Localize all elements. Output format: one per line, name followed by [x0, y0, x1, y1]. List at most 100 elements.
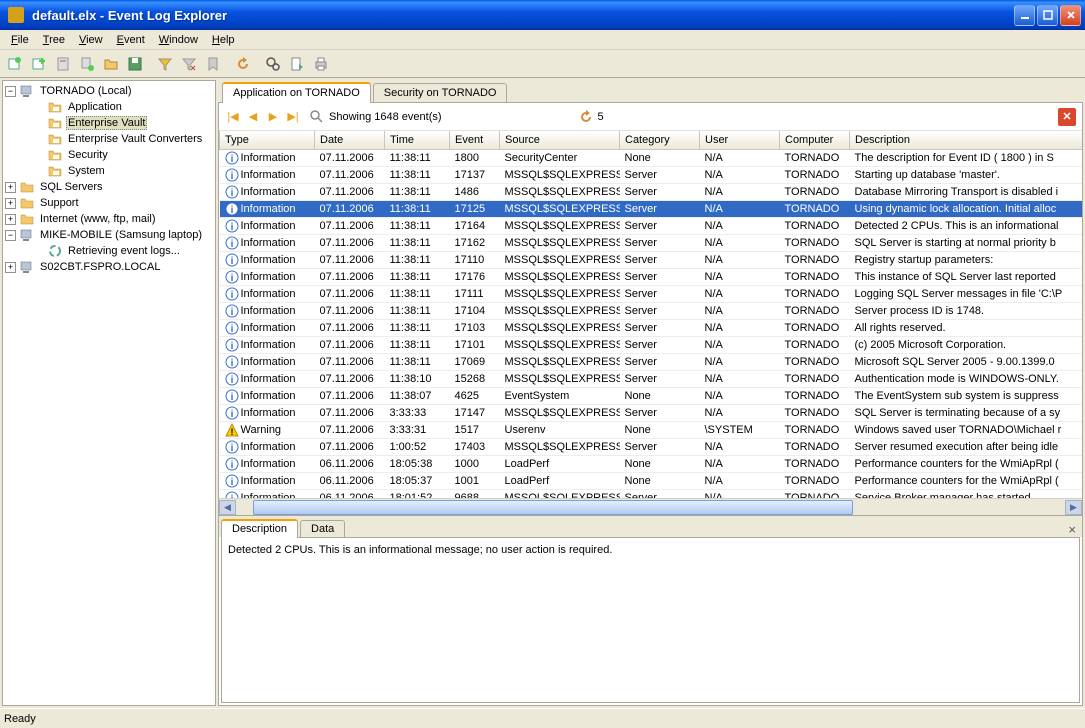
- svg-text:i: i: [230, 375, 233, 386]
- event-row[interactable]: iInformation07.11.200611:38:1117069MSSQL…: [220, 354, 1083, 371]
- open-icon[interactable]: [100, 53, 122, 75]
- event-row[interactable]: iInformation07.11.20061:00:5217403MSSQL$…: [220, 439, 1083, 456]
- new-workspace-icon[interactable]: [4, 53, 26, 75]
- save-icon[interactable]: [124, 53, 146, 75]
- tree-node-application[interactable]: Application: [5, 99, 213, 115]
- column-header-description[interactable]: Description: [850, 131, 1083, 150]
- filter-icon[interactable]: [154, 53, 176, 75]
- print-icon[interactable]: [310, 53, 332, 75]
- svg-text:i: i: [230, 239, 233, 250]
- expand-icon[interactable]: +: [5, 214, 16, 225]
- minimize-button[interactable]: [1014, 5, 1035, 26]
- event-row[interactable]: iInformation07.11.200611:38:1117162MSSQL…: [220, 235, 1083, 252]
- menu-event[interactable]: Event: [110, 32, 152, 48]
- clear-filter-icon[interactable]: [178, 53, 200, 75]
- maximize-button[interactable]: [1037, 5, 1058, 26]
- refresh-icon[interactable]: [232, 53, 254, 75]
- add-log-icon[interactable]: [28, 53, 50, 75]
- nav-last-icon[interactable]: ▶|: [285, 109, 301, 125]
- expand-icon[interactable]: +: [5, 182, 16, 193]
- nav-prev-icon[interactable]: ◀: [245, 109, 261, 125]
- event-row[interactable]: iInformation07.11.200611:38:1117164MSSQL…: [220, 218, 1083, 235]
- tree-node-system[interactable]: System: [5, 163, 213, 179]
- server-icon[interactable]: [52, 53, 74, 75]
- column-header-event[interactable]: Event: [450, 131, 500, 150]
- event-row[interactable]: iInformation07.11.200611:38:1117111MSSQL…: [220, 286, 1083, 303]
- bookmark-icon[interactable]: [202, 53, 224, 75]
- export-icon[interactable]: [286, 53, 308, 75]
- horizontal-scrollbar[interactable]: ◀ ▶: [219, 498, 1082, 515]
- column-header-computer[interactable]: Computer: [780, 131, 850, 150]
- event-row[interactable]: iInformation07.11.20063:33:3317147MSSQL$…: [220, 405, 1083, 422]
- event-row[interactable]: !Warning07.11.20063:33:311517UserenvNone…: [220, 422, 1083, 439]
- title-bar: default.elx - Event Log Explorer: [0, 0, 1085, 30]
- event-row[interactable]: iInformation07.11.200611:38:1117137MSSQL…: [220, 167, 1083, 184]
- tree-pane[interactable]: − TORNADO (Local) ApplicationEnterprise …: [2, 80, 216, 706]
- scroll-left-icon[interactable]: ◀: [219, 500, 236, 515]
- loading-icon: [47, 243, 63, 259]
- event-row[interactable]: iInformation07.11.200611:38:1117110MSSQL…: [220, 252, 1083, 269]
- event-row[interactable]: iInformation07.11.200611:38:111486MSSQL$…: [220, 184, 1083, 201]
- collapse-icon[interactable]: −: [5, 230, 16, 241]
- event-row[interactable]: iInformation07.11.200611:38:1117101MSSQL…: [220, 337, 1083, 354]
- find-icon[interactable]: [262, 53, 284, 75]
- menu-bar: File Tree View Event Window Help: [0, 30, 1085, 50]
- event-row[interactable]: iInformation06.11.200618:05:371001LoadPe…: [220, 473, 1083, 490]
- event-row[interactable]: iInformation07.11.200611:38:1117103MSSQL…: [220, 320, 1083, 337]
- close-tab-button[interactable]: ✕: [1058, 108, 1076, 126]
- event-row[interactable]: iInformation07.11.200611:38:074625EventS…: [220, 388, 1083, 405]
- svg-text:i: i: [230, 477, 233, 488]
- detail-tab-data[interactable]: Data: [300, 520, 345, 537]
- expand-icon[interactable]: +: [5, 198, 16, 209]
- expand-icon[interactable]: +: [5, 262, 16, 273]
- column-header-time[interactable]: Time: [385, 131, 450, 150]
- column-header-user[interactable]: User: [700, 131, 780, 150]
- info-icon: i: [225, 185, 239, 199]
- svg-text:i: i: [230, 290, 233, 301]
- event-row[interactable]: iInformation07.11.200611:38:1117125MSSQL…: [220, 201, 1083, 218]
- tree-node-mike[interactable]: − MIKE-MOBILE (Samsung laptop): [5, 227, 213, 243]
- collapse-icon[interactable]: −: [5, 86, 16, 97]
- menu-view[interactable]: View: [72, 32, 110, 48]
- tree-node-s02[interactable]: + S02CBT.FSPRO.LOCAL: [5, 259, 213, 275]
- event-grid[interactable]: TypeDateTimeEventSourceCategoryUserCompu…: [219, 131, 1082, 498]
- column-header-source[interactable]: Source: [500, 131, 620, 150]
- menu-file[interactable]: File: [4, 32, 36, 48]
- menu-help[interactable]: Help: [205, 32, 242, 48]
- scroll-thumb[interactable]: [253, 500, 853, 515]
- column-header-category[interactable]: Category: [620, 131, 700, 150]
- tab-application[interactable]: Application on TORNADO: [222, 82, 371, 103]
- tree-node-enterprise-vault-converters[interactable]: Enterprise Vault Converters: [5, 131, 213, 147]
- tree-node-enterprise-vault[interactable]: Enterprise Vault: [5, 115, 213, 131]
- tree-node-internet[interactable]: + Internet (www, ftp, mail): [5, 211, 213, 227]
- close-detail-button[interactable]: ×: [1062, 522, 1082, 537]
- event-row[interactable]: iInformation07.11.200611:38:1117176MSSQL…: [220, 269, 1083, 286]
- nav-next-icon[interactable]: ▶: [265, 109, 281, 125]
- info-icon: i: [225, 151, 239, 165]
- column-header-type[interactable]: Type: [220, 131, 315, 150]
- info-icon: i: [225, 168, 239, 182]
- svg-text:i: i: [230, 409, 233, 420]
- menu-window[interactable]: Window: [152, 32, 205, 48]
- scroll-right-icon[interactable]: ▶: [1065, 500, 1082, 515]
- tree-node-tornado[interactable]: − TORNADO (Local): [5, 83, 213, 99]
- server-add-icon[interactable]: [76, 53, 98, 75]
- detail-text[interactable]: Detected 2 CPUs. This is an informationa…: [221, 537, 1080, 703]
- warning-icon: !: [225, 423, 239, 437]
- column-header-date[interactable]: Date: [315, 131, 385, 150]
- tree-node-support[interactable]: + Support: [5, 195, 213, 211]
- event-row[interactable]: iInformation07.11.200611:38:1015268MSSQL…: [220, 371, 1083, 388]
- event-row[interactable]: iInformation07.11.200611:38:111800Securi…: [220, 150, 1083, 167]
- event-row[interactable]: iInformation06.11.200618:05:381000LoadPe…: [220, 456, 1083, 473]
- event-row[interactable]: iInformation07.11.200611:38:1117104MSSQL…: [220, 303, 1083, 320]
- close-button[interactable]: [1060, 5, 1081, 26]
- tree-node-sqlservers[interactable]: + SQL Servers: [5, 179, 213, 195]
- event-row[interactable]: iInformation06.11.200618:01:529688MSSQL$…: [220, 490, 1083, 499]
- tree-node-security[interactable]: Security: [5, 147, 213, 163]
- menu-tree[interactable]: Tree: [36, 32, 72, 48]
- tree-node-retrieving[interactable]: Retrieving event logs...: [5, 243, 213, 259]
- detail-tab-description[interactable]: Description: [221, 519, 298, 538]
- marker-count-label: 5: [578, 109, 604, 125]
- nav-first-icon[interactable]: |◀: [225, 109, 241, 125]
- tab-security[interactable]: Security on TORNADO: [373, 83, 508, 102]
